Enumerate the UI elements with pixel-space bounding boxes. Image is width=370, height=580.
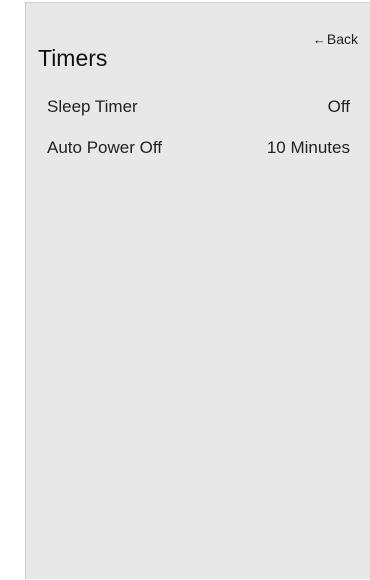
timers-panel: ← Back Timers Sleep Timer Off Auto Power… (25, 2, 370, 579)
menu-item-label: Sleep Timer (47, 97, 138, 116)
back-button[interactable]: ← Back (313, 31, 358, 47)
menu-item-sleep-timer[interactable]: Sleep Timer Off (26, 92, 370, 122)
menu-item-auto-power-off[interactable]: Auto Power Off 10 Minutes (26, 133, 370, 163)
back-label: Back (326, 31, 358, 47)
timers-menu-list: Sleep Timer Off Auto Power Off 10 Minute… (26, 92, 370, 163)
left-arrow-icon: ← (312, 31, 326, 47)
menu-item-value: 10 Minutes (266, 138, 350, 157)
menu-item-value: Off (327, 97, 350, 116)
page-title: Timers (38, 45, 108, 71)
menu-item-label: Auto Power Off (47, 138, 162, 157)
